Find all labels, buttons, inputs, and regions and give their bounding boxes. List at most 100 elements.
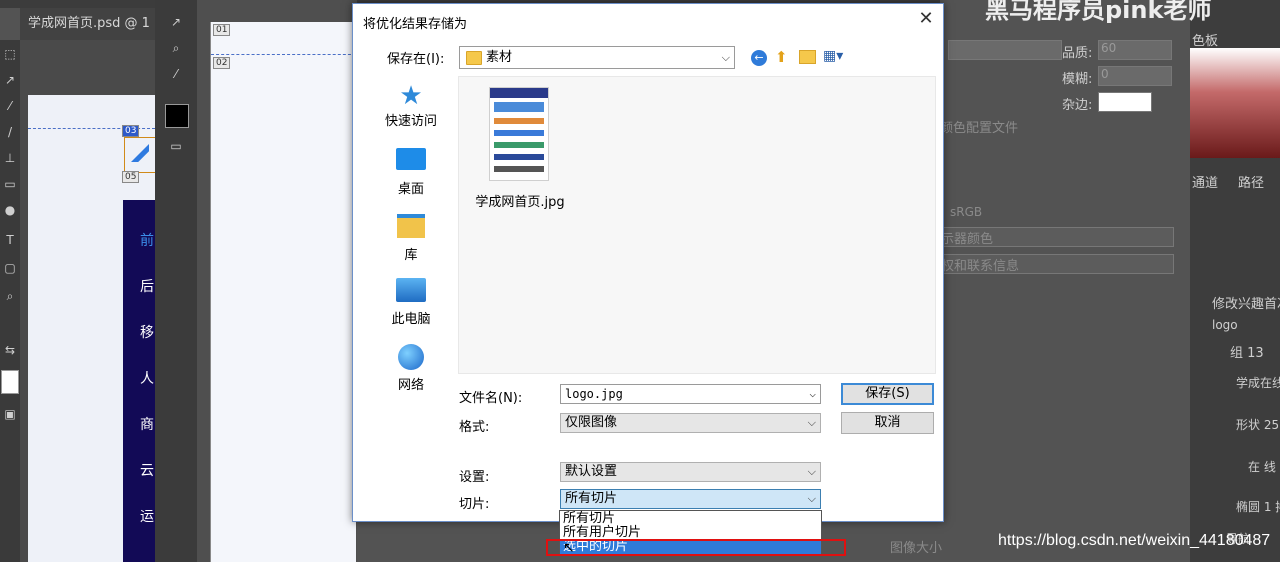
slices-value: 所有切片 bbox=[565, 491, 618, 506]
place-library[interactable]: 库 bbox=[369, 214, 453, 263]
gradient-tool-icon[interactable]: ▭ bbox=[2, 176, 18, 192]
image-size-label: 图像大小 bbox=[890, 541, 943, 556]
new-folder-icon[interactable] bbox=[799, 50, 816, 64]
filename-input[interactable]: logo.jpg ⌵ bbox=[560, 384, 821, 404]
layer-item[interactable]: 修改兴趣首次 bbox=[1212, 293, 1280, 312]
save-optimized-dialog: 将优化结果存储为 ✕ 保存在(I): 素材 ⌵ ← ⬆ ▦▾ ★ 快速访问 桌面… bbox=[352, 3, 944, 522]
place-label: 库 bbox=[404, 248, 418, 263]
file-name: 学成网首页.jpg bbox=[475, 195, 565, 210]
swatches-tab[interactable]: 色板 bbox=[1192, 30, 1218, 49]
layer-item[interactable]: 在 线 bbox=[1248, 458, 1276, 475]
layer-item[interactable]: logo bbox=[1212, 318, 1238, 332]
chevron-down-icon: ⌵ bbox=[809, 387, 816, 400]
quick-mask-icon[interactable]: ▣ bbox=[2, 406, 18, 422]
cancel-button[interactable]: 取消 bbox=[841, 412, 934, 434]
mouse-cursor-icon: ↖ bbox=[563, 540, 575, 556]
dropdown-option[interactable]: 所有用户切片 bbox=[560, 526, 821, 540]
brush-tool-icon[interactable]: / bbox=[2, 124, 18, 140]
pen-tool-icon[interactable]: ● bbox=[2, 202, 18, 218]
dialog-title: 将优化结果存储为 bbox=[363, 17, 468, 32]
eyedropper-icon[interactable]: ⁄ bbox=[168, 66, 184, 82]
places-bar: ★ 快速访问 桌面 库 此电脑 网络 bbox=[369, 74, 453, 394]
shape-tool-icon[interactable]: ▢ bbox=[2, 260, 18, 276]
place-desktop[interactable]: 桌面 bbox=[369, 148, 453, 197]
format-label: 格式: bbox=[459, 420, 490, 435]
slice-guide bbox=[211, 54, 356, 55]
place-quick-access[interactable]: ★ 快速访问 bbox=[369, 82, 453, 129]
chevron-down-icon: ⌵ bbox=[807, 492, 816, 505]
image-thumbnail-icon bbox=[489, 87, 549, 181]
ps-document-tab[interactable]: 学成网首页.psd @ 1 bbox=[28, 12, 150, 31]
layer-item[interactable]: 形状 25 bbox=[1236, 416, 1279, 433]
place-network[interactable]: 网络 bbox=[369, 344, 453, 393]
place-this-pc[interactable]: 此电脑 bbox=[369, 278, 453, 327]
zoom-icon[interactable]: ⌕ bbox=[168, 40, 184, 56]
format-select[interactable]: 仅限图像 ⌵ bbox=[560, 413, 821, 433]
format-preset-select[interactable] bbox=[948, 40, 1062, 60]
layer-item[interactable]: 组 13 bbox=[1230, 342, 1264, 361]
preview-color-select[interactable]: 示器颜色 bbox=[940, 227, 1174, 247]
up-folder-icon[interactable]: ⬆ bbox=[775, 48, 788, 66]
zoom-tool-icon[interactable]: ⌕ bbox=[2, 288, 18, 304]
slice-tag: 02 bbox=[213, 57, 231, 69]
profile-label: 颜色配置文件 bbox=[940, 121, 1019, 136]
thumb-row bbox=[494, 130, 544, 136]
layer-item[interactable]: 学成在线 bbox=[1236, 374, 1280, 391]
logo-slice: 03 05 bbox=[122, 125, 156, 200]
chevron-down-icon: ⌵ bbox=[721, 51, 730, 64]
stamp-tool-icon[interactable]: ⊥ bbox=[2, 150, 18, 166]
network-icon bbox=[398, 344, 424, 370]
blur-input[interactable]: 0 bbox=[1098, 66, 1172, 86]
optimize-settings-panel: 品质: 60 模糊: 0 杂边: 颜色配置文件 sRGB 示器颜色 权和联系信息… bbox=[890, 0, 1190, 562]
channels-tab[interactable]: 通道 bbox=[1192, 172, 1218, 191]
layers-panel: 色板 通道 路径 修改兴趣首次 logo 组 13 学成在线 形状 25 在 线… bbox=[1190, 0, 1280, 562]
slices-select[interactable]: 所有切片 ⌵ bbox=[560, 489, 821, 509]
lasso-tool-icon[interactable]: ↗ bbox=[2, 72, 18, 88]
video-watermark: 黑马程序员pink老师 bbox=[985, 0, 1212, 24]
filename-label: 文件名(N): bbox=[459, 391, 523, 406]
slice-tag: 05 bbox=[122, 171, 140, 183]
layer-item[interactable]: 椭圆 1 拷 bbox=[1236, 498, 1280, 515]
thumb-row bbox=[494, 166, 544, 172]
close-icon[interactable]: ✕ bbox=[915, 8, 937, 30]
quality-label: 品质: bbox=[1062, 46, 1093, 61]
thumb-header bbox=[490, 88, 548, 98]
save-button[interactable]: 保存(S) bbox=[841, 383, 934, 405]
thumb-row bbox=[494, 118, 544, 124]
color-swatch-icon[interactable] bbox=[1, 370, 19, 394]
paths-tab[interactable]: 路径 bbox=[1238, 172, 1264, 191]
blur-label: 模糊: bbox=[1062, 72, 1093, 87]
nav-letter: 人 bbox=[140, 371, 154, 387]
nav-letter: 运 bbox=[140, 509, 154, 525]
nav-letter: 前 bbox=[140, 233, 154, 249]
toggle-slices-icon[interactable]: ▭ bbox=[168, 138, 184, 154]
nav-letter: 云 bbox=[140, 463, 154, 479]
matte-color-select[interactable] bbox=[1098, 92, 1152, 112]
save-in-select[interactable]: 素材 ⌵ bbox=[459, 46, 735, 69]
slice-select-icon[interactable]: ↗ bbox=[168, 14, 184, 30]
slice-tag: 03 bbox=[122, 125, 140, 137]
nav-letter: 后 bbox=[140, 279, 154, 295]
back-icon[interactable]: ← bbox=[751, 50, 767, 66]
settings-select[interactable]: 默认设置 ⌵ bbox=[560, 462, 821, 482]
dropdown-option[interactable]: 所有切片 bbox=[560, 512, 821, 526]
desktop-icon bbox=[396, 148, 426, 170]
place-label: 网络 bbox=[397, 378, 424, 393]
slice-tag: 01 bbox=[213, 24, 231, 36]
filename-value: logo.jpg bbox=[565, 387, 623, 401]
quality-input[interactable]: 60 bbox=[1098, 40, 1172, 60]
color-picker-field[interactable] bbox=[1190, 48, 1280, 158]
swap-colors-icon[interactable]: ⇆ bbox=[2, 342, 18, 358]
type-tool-icon[interactable]: T bbox=[2, 232, 18, 248]
nav-letter: 商 bbox=[140, 417, 154, 433]
eyedropper-tool-icon[interactable]: ⁄ bbox=[2, 98, 18, 114]
nav-letter: 移 bbox=[140, 325, 154, 341]
view-menu-icon[interactable]: ▦▾ bbox=[823, 48, 843, 64]
save-in-value: 素材 bbox=[486, 50, 513, 65]
eyedropper-color-icon[interactable] bbox=[165, 104, 189, 128]
metadata-select[interactable]: 权和联系信息 bbox=[940, 254, 1174, 274]
file-item[interactable]: 学成网首页.jpg bbox=[469, 87, 569, 217]
marquee-tool-icon[interactable]: ⬚ bbox=[2, 46, 18, 62]
place-label: 快速访问 bbox=[384, 114, 437, 129]
settings-label: 设置: bbox=[459, 470, 490, 485]
